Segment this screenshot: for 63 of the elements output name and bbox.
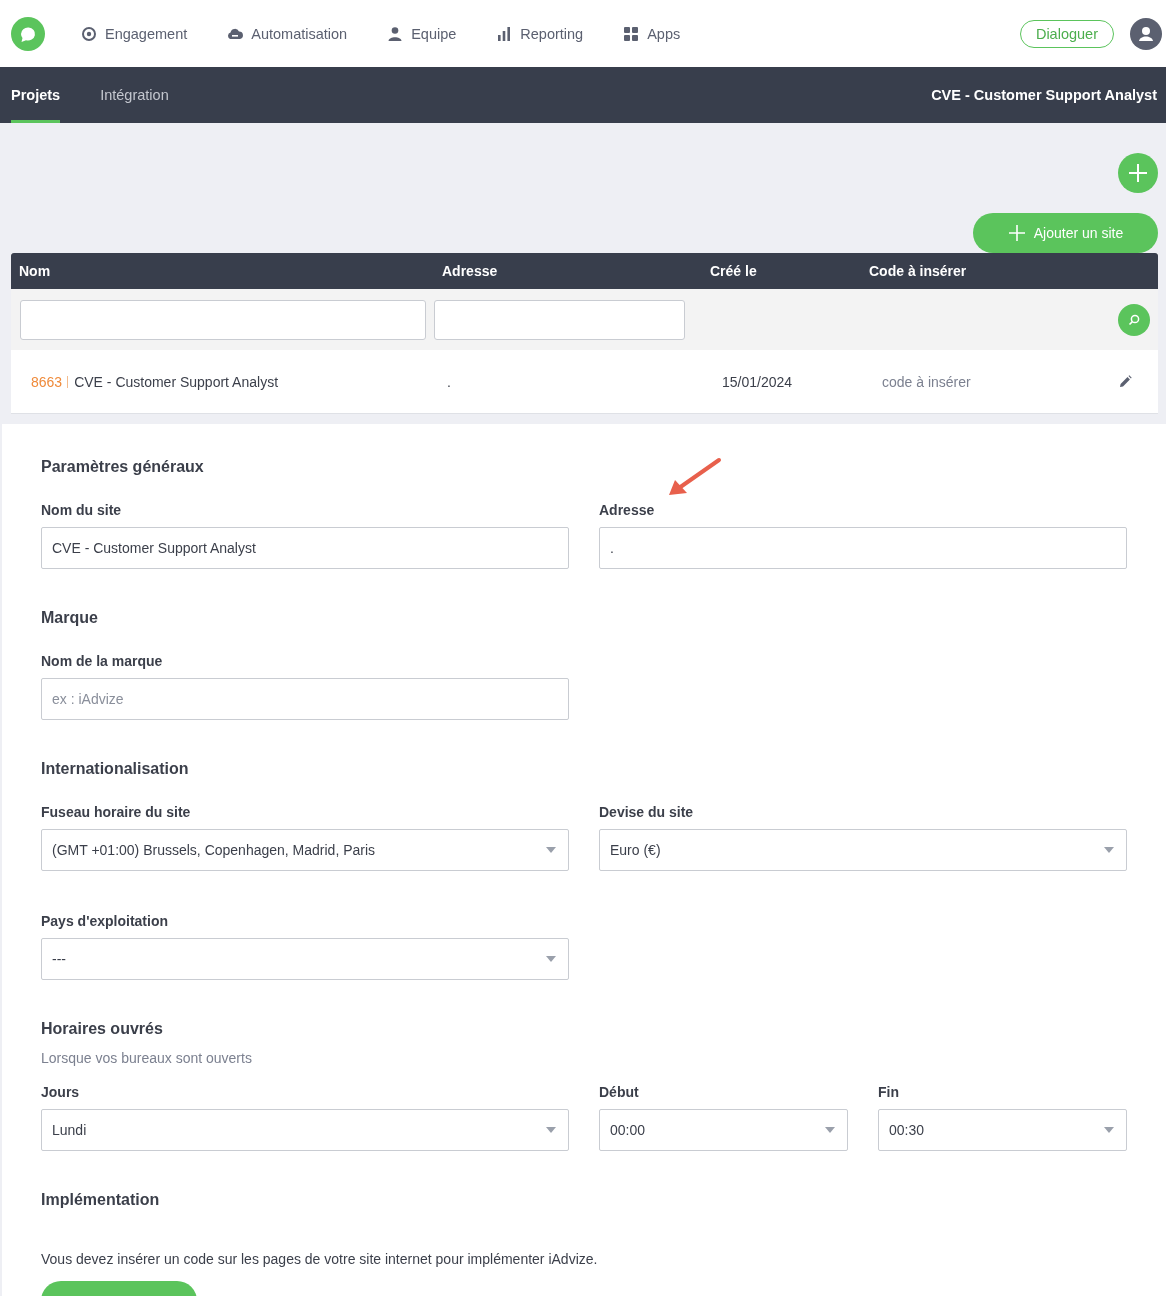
column-header: Créé le bbox=[709, 263, 758, 279]
nav-item[interactable]: Engagement bbox=[81, 25, 188, 42]
table-cell-text: code à insérer bbox=[881, 373, 972, 390]
input-field[interactable]: . bbox=[599, 527, 1127, 569]
section-subtitle: Lorsque vos bureaux sont ouverts bbox=[41, 1050, 253, 1066]
caret-icon bbox=[1104, 1127, 1114, 1133]
section-title: Internationalisation bbox=[41, 760, 190, 778]
column-header: Nom bbox=[18, 263, 52, 279]
table-cell-text: . bbox=[446, 373, 452, 390]
nav-item[interactable]: Apps bbox=[623, 25, 681, 42]
tab[interactable]: Projets bbox=[11, 67, 61, 123]
section-title: Horaires ouvrés bbox=[41, 1020, 164, 1038]
filter-field[interactable] bbox=[434, 299, 685, 340]
plus-icon bbox=[1128, 163, 1148, 183]
section-title: Paramètres généraux bbox=[41, 458, 205, 476]
avatar-icon bbox=[1130, 17, 1162, 50]
divider-bar bbox=[67, 375, 69, 388]
caret-icon bbox=[1104, 847, 1114, 853]
field-label: Fuseau horaire du site bbox=[41, 804, 192, 820]
nav-item[interactable]: Reporting bbox=[496, 25, 584, 42]
field-label: Début bbox=[599, 1084, 640, 1100]
field-label: Nom de la marque bbox=[41, 653, 164, 669]
field-label: Fin bbox=[878, 1084, 900, 1100]
field-label: Adresse bbox=[599, 502, 1127, 518]
filter-field[interactable] bbox=[20, 299, 426, 340]
caret-icon bbox=[546, 956, 556, 962]
grid-icon bbox=[623, 25, 640, 42]
bar-chart-icon bbox=[496, 25, 513, 42]
field-label: Pays d'exploitation bbox=[41, 913, 170, 929]
search-button[interactable] bbox=[1118, 303, 1150, 336]
site-id: 8663 bbox=[31, 373, 63, 390]
select-field[interactable]: 00:30 bbox=[878, 1109, 1127, 1151]
column-header: Code à insérer bbox=[868, 263, 968, 279]
description-text: Vous devez insérer un code sur les pages de votre site internet pour implémenter iAdvize. bbox=[41, 1251, 599, 1267]
input-field[interactable]: ex : iAdvize bbox=[41, 678, 569, 720]
plus-icon bbox=[1007, 224, 1026, 242]
section-title: Implémentation bbox=[41, 1191, 161, 1209]
column-header: Adresse bbox=[441, 263, 499, 279]
input-field[interactable]: CVE - Customer Support Analyst bbox=[41, 527, 569, 569]
field-label: Jours bbox=[41, 1084, 81, 1100]
search-icon bbox=[1128, 313, 1140, 326]
select-field[interactable]: Euro (€) bbox=[599, 829, 1127, 871]
field-label: Nom du site bbox=[41, 502, 123, 518]
logo-icon bbox=[11, 16, 45, 51]
caret-icon bbox=[546, 1127, 556, 1133]
select-field[interactable]: (GMT +01:00) Brussels, Copenhagen, Madrid, Paris bbox=[41, 829, 569, 871]
caret-icon bbox=[546, 847, 556, 853]
select-field[interactable]: 00:00 bbox=[599, 1109, 848, 1151]
pencil-icon bbox=[1118, 374, 1132, 389]
nav-item[interactable]: Automatisation bbox=[227, 25, 348, 42]
site-name: CVE - Customer Support Analyst bbox=[74, 373, 279, 390]
person-icon bbox=[387, 25, 404, 42]
section-title: Marque bbox=[41, 609, 99, 627]
nav-item[interactable]: Equipe bbox=[387, 25, 457, 42]
select-field[interactable]: --- bbox=[41, 938, 569, 980]
field-label: Devise du site bbox=[599, 804, 695, 820]
caret-icon bbox=[825, 1127, 835, 1133]
select-field[interactable]: Lundi bbox=[41, 1109, 569, 1151]
target-icon bbox=[81, 25, 97, 42]
add-button[interactable] bbox=[1118, 153, 1158, 193]
project-title: CVE - Customer Support Analyst bbox=[931, 87, 1157, 103]
tab[interactable]: Intégration bbox=[100, 67, 169, 123]
table-cell-text: 15/01/2024 bbox=[721, 373, 794, 390]
